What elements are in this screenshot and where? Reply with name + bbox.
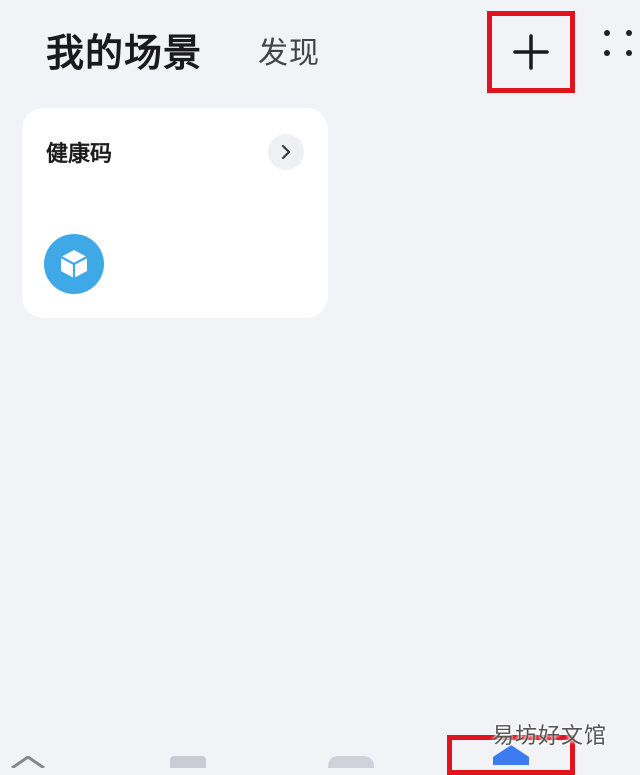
- scene-card-title: 健康码: [46, 142, 113, 167]
- watermark-text: 易坊好文馆: [492, 724, 608, 749]
- cube-icon: [60, 250, 88, 278]
- more-button[interactable]: [596, 20, 640, 60]
- header: 我的场景 发现: [0, 0, 640, 100]
- more-dots-icon: [604, 30, 610, 36]
- scene-card[interactable]: 健康码: [22, 108, 328, 318]
- scene-card-open-button[interactable]: [268, 134, 304, 170]
- home-icon[interactable]: [8, 756, 48, 768]
- smart-icon[interactable]: [328, 756, 374, 768]
- plus-icon: [513, 34, 549, 70]
- devices-icon[interactable]: [170, 756, 206, 768]
- scene-icon-badge: [44, 234, 104, 294]
- page-title: 我的场景: [46, 31, 203, 75]
- tab-discover[interactable]: 发现: [258, 28, 320, 72]
- add-scene-button[interactable]: [487, 11, 575, 93]
- chevron-right-icon: [282, 145, 290, 159]
